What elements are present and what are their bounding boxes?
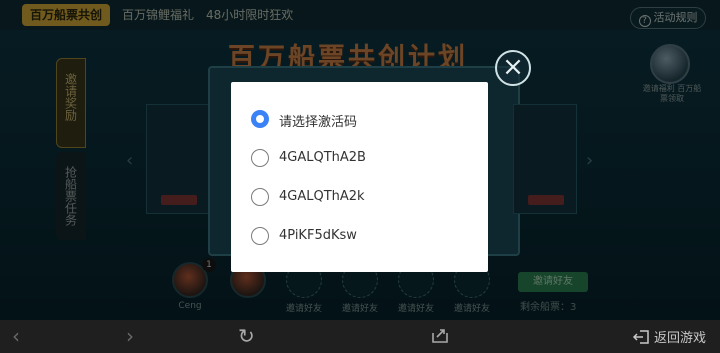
back-icon[interactable]: ‹ — [12, 325, 20, 347]
return-label: 返回游戏 — [653, 331, 706, 346]
option-row[interactable]: 4GALQThA2k — [251, 186, 471, 208]
option-label: 4PiKF5dKsw — [279, 228, 357, 243]
return-game-button[interactable]: 返回游戏 — [632, 327, 706, 346]
option-row[interactable]: 4GALQThA2B — [251, 147, 471, 169]
radio-icon[interactable] — [251, 188, 269, 206]
forward-icon[interactable]: › — [126, 325, 134, 347]
option-label: 4GALQThA2k — [279, 189, 365, 204]
radio-icon[interactable] — [251, 227, 269, 245]
share-icon[interactable] — [430, 325, 450, 345]
exit-icon — [632, 329, 650, 346]
option-row[interactable]: 请选择激活码 — [251, 108, 471, 130]
bottom-nav-bar: ‹ › ↻ 返回游戏 — [0, 320, 720, 353]
refresh-icon[interactable]: ↻ — [238, 325, 255, 347]
radio-checked-icon[interactable] — [251, 110, 269, 128]
radio-icon[interactable] — [251, 149, 269, 167]
close-icon[interactable]: × — [495, 50, 531, 86]
option-label: 请选择激活码 — [279, 115, 358, 130]
option-row[interactable]: 4PiKF5dKsw — [251, 225, 471, 247]
activation-code-dialog: 请选择激活码 4GALQThA2B 4GALQThA2k 4PiKF5dKsw — [231, 82, 488, 272]
option-label: 4GALQThA2B — [279, 150, 366, 165]
